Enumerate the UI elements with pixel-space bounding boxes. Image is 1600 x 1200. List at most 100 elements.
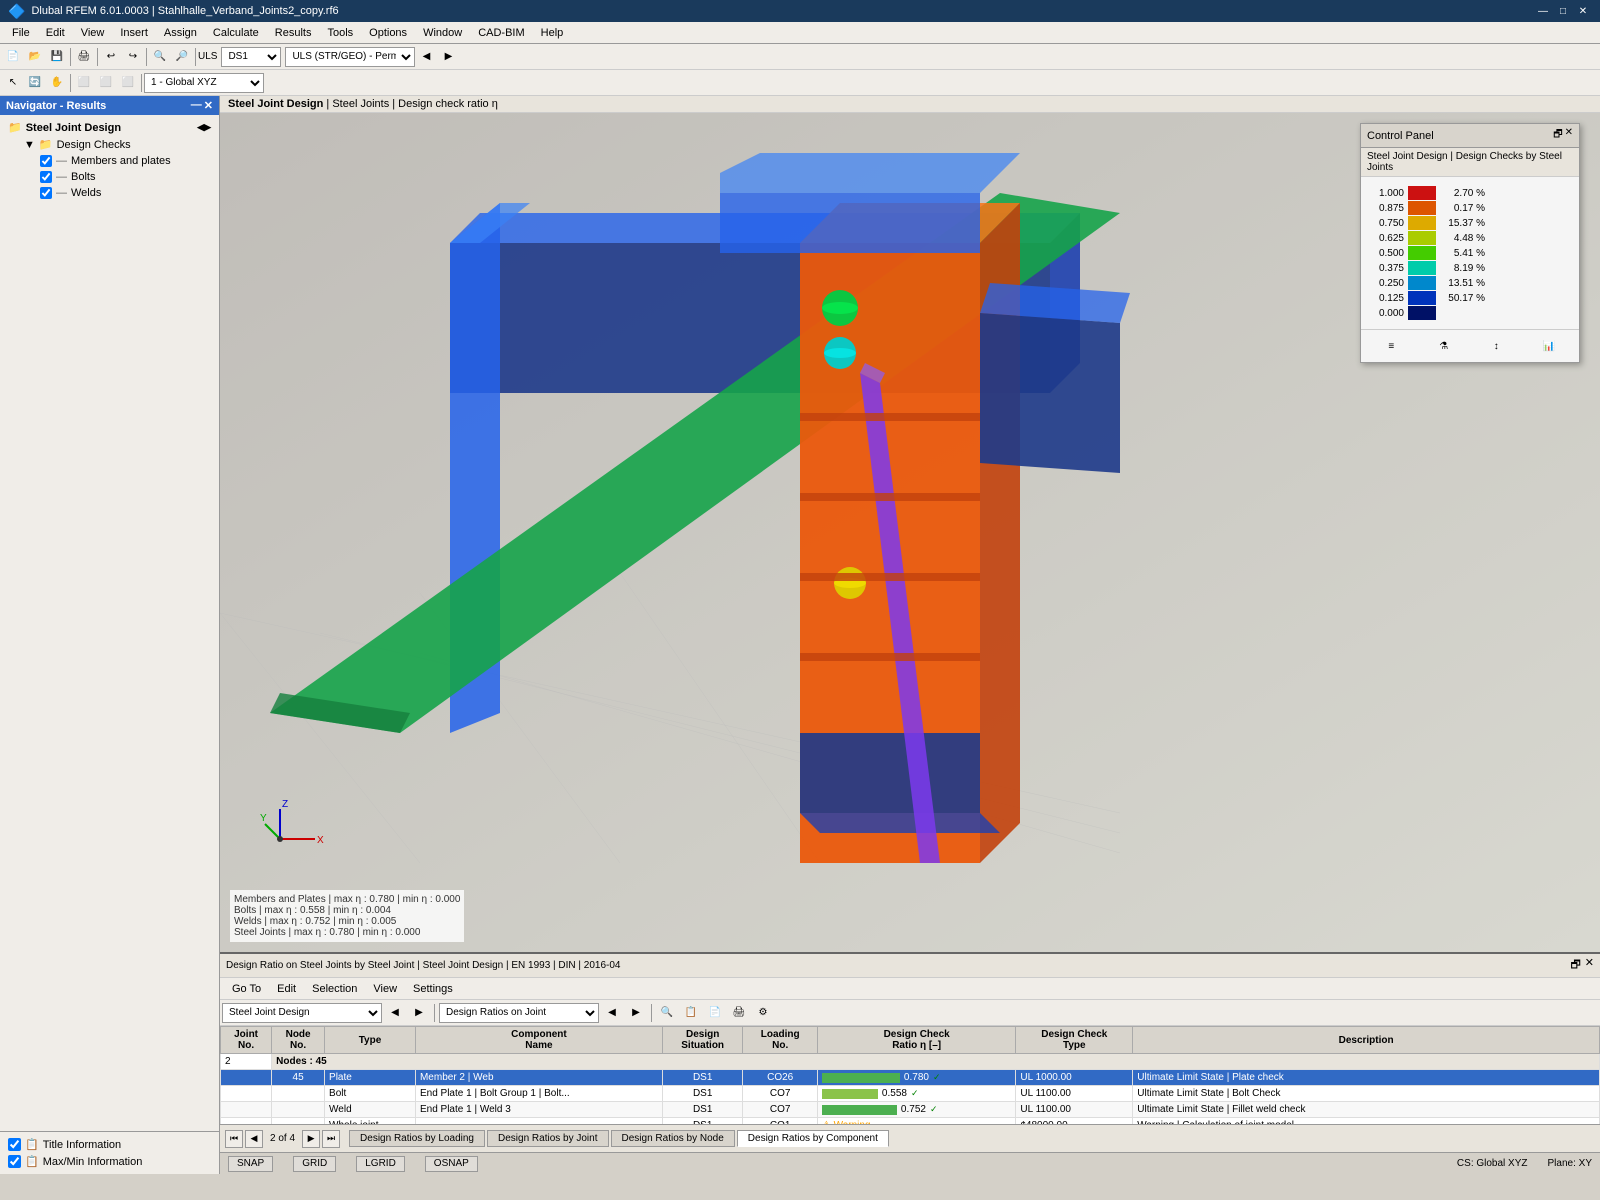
open-btn[interactable]: 📂 <box>24 46 46 68</box>
first-page-btn[interactable]: ⏮ <box>225 1130 243 1148</box>
save-btn[interactable]: 💾 <box>46 46 68 68</box>
cp-table-btn[interactable]: ≡ <box>1379 334 1403 358</box>
next-load-btn[interactable]: ▶ <box>437 46 459 68</box>
nav-members-plates[interactable]: — Members and plates <box>36 153 215 169</box>
svg-text:Y: Y <box>260 813 267 824</box>
last-page-btn[interactable]: ⏭ <box>322 1130 340 1148</box>
rotate-btn[interactable]: 🔄 <box>24 72 46 94</box>
next-result-btn[interactable]: ▶ <box>625 1002 647 1024</box>
cp-close-btn[interactable]: ✕ <box>1565 127 1573 144</box>
view-plane-dropdown[interactable]: 1 - Global XYZ <box>144 73 264 93</box>
nav-design-checks[interactable]: ▼ 📁 Design Checks <box>20 136 215 153</box>
cp-export-btn[interactable]: 📊 <box>1537 334 1561 358</box>
scale-row-4: 0.500 5.41 % <box>1369 246 1571 260</box>
menu-item-help[interactable]: Help <box>533 25 572 41</box>
pan-btn[interactable]: ✋ <box>46 72 68 94</box>
titlebar: 🔷 Dlubal RFEM 6.01.0003 | Stahlhalle_Ver… <box>0 0 1600 22</box>
cp-filter-btn[interactable]: ⚗ <box>1432 334 1456 358</box>
nav-maxmin-info[interactable]: 📋 Max/Min Information <box>4 1153 215 1170</box>
cp-sort-btn[interactable]: ↕ <box>1484 334 1508 358</box>
next-case-btn[interactable]: ▶ <box>408 1002 430 1024</box>
prev-load-btn[interactable]: ◀ <box>415 46 437 68</box>
lgrid-toggle[interactable]: LGRID <box>356 1156 405 1172</box>
menu-item-file[interactable]: File <box>4 25 38 41</box>
table-row[interactable]: Bolt End Plate 1 | Bolt Group 1 | Bolt..… <box>221 1086 1600 1102</box>
osnap-toggle[interactable]: OSNAP <box>425 1156 478 1172</box>
table-row[interactable]: Weld End Plate 1 | Weld 3 DS1 CO7 0.752 … <box>221 1102 1600 1118</box>
zoom-in-btn[interactable]: 🔍 <box>149 46 171 68</box>
table-row[interactable]: 45 Plate Member 2 | Web DS1 CO26 0.780 ✓… <box>221 1070 1600 1086</box>
nav-steel-joint-design[interactable]: 📁 Steel Joint Design ◀▶ <box>4 119 215 136</box>
menu-item-results[interactable]: Results <box>267 25 320 41</box>
load-combo-dropdown[interactable]: DS1 <box>221 47 281 67</box>
3d-viewport[interactable]: Front Top Right X Y Z Membe <box>220 113 1600 952</box>
results-restore-btn[interactable]: 🗗 <box>1570 956 1580 975</box>
case-dropdown[interactable]: Steel Joint Design <box>222 1003 382 1023</box>
snap-toggle[interactable]: SNAP <box>228 1156 273 1172</box>
undo-btn[interactable]: ↩ <box>100 46 122 68</box>
scale-row-1: 0.875 0.17 % <box>1369 201 1571 215</box>
next-page-btn[interactable]: ▶ <box>302 1130 320 1148</box>
nav-arrows[interactable]: ◀▶ <box>197 122 211 133</box>
select-btn[interactable]: ↖ <box>2 72 24 94</box>
export-pdf-btn[interactable]: 📄 <box>704 1002 726 1024</box>
scale-swatch-5 <box>1408 261 1436 275</box>
nav-minimize-btn[interactable]: — <box>191 99 202 112</box>
menu-item-options[interactable]: Options <box>361 25 415 41</box>
load-type-dropdown[interactable]: ULS (STR/GEO) - Perma... <box>285 47 415 67</box>
nav-welds[interactable]: — Welds <box>36 185 215 201</box>
minimize-button[interactable]: — <box>1534 2 1552 20</box>
result-type-dropdown[interactable]: Design Ratios on Joint <box>439 1003 599 1023</box>
close-button[interactable]: ✕ <box>1574 2 1592 20</box>
tab-joint[interactable]: Design Ratios by Joint <box>487 1130 609 1147</box>
scale-swatch-1 <box>1408 201 1436 215</box>
menu-item-cad-bim[interactable]: CAD-BIM <box>470 25 532 41</box>
view-top-btn[interactable]: ⬜ <box>95 72 117 94</box>
menu-item-view[interactable]: View <box>73 25 113 41</box>
tab-component[interactable]: Design Ratios by Component <box>737 1130 889 1147</box>
results-close-btn[interactable]: ✕ <box>1585 956 1594 975</box>
view-3d-btn[interactable]: ⬜ <box>117 72 139 94</box>
menu-item-edit[interactable]: Edit <box>38 25 73 41</box>
prev-page-btn[interactable]: ◀ <box>245 1130 263 1148</box>
results-title: Design Ratio on Steel Joints by Steel Jo… <box>226 960 621 971</box>
menu-item-tools[interactable]: Tools <box>319 25 361 41</box>
menu-item-assign[interactable]: Assign <box>156 25 205 41</box>
view-menu[interactable]: View <box>365 981 405 997</box>
new-btn[interactable]: 📄 <box>2 46 24 68</box>
tab-loading[interactable]: Design Ratios by Loading <box>349 1130 485 1147</box>
results-menubar: Go To Edit Selection View Settings <box>220 978 1600 1000</box>
goto-menu[interactable]: Go To <box>224 981 269 997</box>
view-front-btn[interactable]: ⬜ <box>73 72 95 94</box>
print-btn[interactable]: 🖨 <box>73 46 95 68</box>
bottom-tabs-bar: ⏮ ◀ 2 of 4 ▶ ⏭ Design Ratios by Loading … <box>220 1124 1600 1152</box>
print-result-btn[interactable]: 🖨 <box>728 1002 750 1024</box>
welds-checkbox[interactable] <box>40 187 52 199</box>
nav-title-info[interactable]: 📋 Title Information <box>4 1136 215 1153</box>
nav-close-btn[interactable]: ✕ <box>204 99 213 112</box>
title-info-checkbox[interactable] <box>8 1138 21 1151</box>
grid-toggle[interactable]: GRID <box>293 1156 336 1172</box>
selection-menu[interactable]: Selection <box>304 981 365 997</box>
menu-item-window[interactable]: Window <box>415 25 470 41</box>
filter-btn[interactable]: 🔍 <box>656 1002 678 1024</box>
titlebar-controls: — □ ✕ <box>1534 2 1592 20</box>
settings-menu[interactable]: Settings <box>405 981 461 997</box>
redo-btn[interactable]: ↪ <box>122 46 144 68</box>
edit-menu[interactable]: Edit <box>269 981 304 997</box>
menu-item-calculate[interactable]: Calculate <box>205 25 267 41</box>
maximize-button[interactable]: □ <box>1554 2 1572 20</box>
cp-restore-btn[interactable]: 🗗 <box>1553 127 1562 144</box>
settings-result-btn[interactable]: ⚙ <box>752 1002 774 1024</box>
tab-node[interactable]: Design Ratios by Node <box>611 1130 735 1147</box>
prev-result-btn[interactable]: ◀ <box>601 1002 623 1024</box>
nav-bolts[interactable]: — Bolts <box>36 169 215 185</box>
prev-case-btn[interactable]: ◀ <box>384 1002 406 1024</box>
maxmin-info-checkbox[interactable] <box>8 1155 21 1168</box>
menu-item-insert[interactable]: Insert <box>112 25 156 41</box>
members-plates-checkbox[interactable] <box>40 155 52 167</box>
bolts-checkbox[interactable] <box>40 171 52 183</box>
zoom-out-btn[interactable]: 🔎 <box>171 46 193 68</box>
table-row[interactable]: 2 Nodes : 45 <box>221 1054 1600 1070</box>
export-excel-btn[interactable]: 📋 <box>680 1002 702 1024</box>
